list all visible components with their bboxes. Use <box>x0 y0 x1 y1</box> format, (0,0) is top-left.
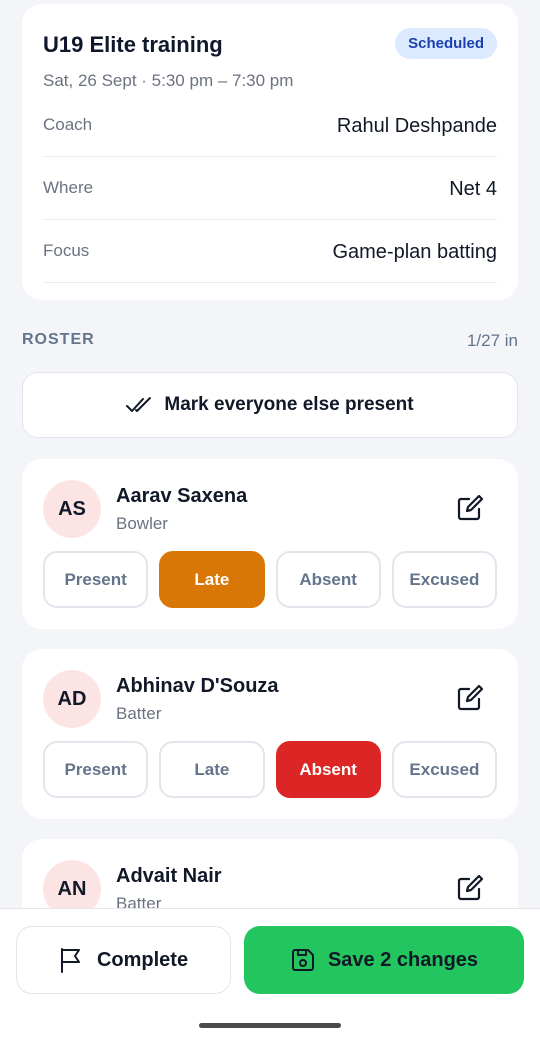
mark-all-label: Mark everyone else present <box>164 394 414 415</box>
player-role: Batter <box>116 704 162 723</box>
avatar: AD <box>43 670 101 728</box>
mark-everyone-present-button[interactable]: Mark everyone else present <box>22 372 518 438</box>
complete-label: Complete <box>96 948 189 971</box>
complete-button[interactable]: Complete <box>16 926 231 994</box>
attendance-status-group: Present Late Absent Excused <box>43 551 497 608</box>
roster-count: 1/27 in <box>466 331 518 350</box>
save-changes-button[interactable]: Save 2 changes <box>244 926 524 994</box>
save-label: Save 2 changes <box>327 948 479 971</box>
flag-icon <box>60 948 80 973</box>
status-excused-button[interactable]: Excused <box>391 551 497 608</box>
status-late-button[interactable]: Late <box>159 551 265 608</box>
player-card: AS Aarav Saxena Bowler Present Late Abse… <box>22 459 518 629</box>
edit-icon[interactable] <box>456 494 484 522</box>
save-icon <box>291 949 314 971</box>
status-absent-button[interactable]: Absent <box>275 741 381 798</box>
detail-row-coach: Coach Rahul Deshpande <box>43 94 497 157</box>
player-role: Bowler <box>116 514 168 533</box>
session-title: U19 Elite training <box>43 32 223 57</box>
detail-row-where: Where Net 4 <box>43 157 497 220</box>
session-time: Sat, 26 Sept · 5:30 pm – 7:30 pm <box>43 71 294 90</box>
detail-label: Focus <box>43 241 90 260</box>
status-late-button[interactable]: Late <box>159 741 265 798</box>
detail-row-focus: Focus Game-plan batting <box>43 220 497 283</box>
double-check-icon <box>126 397 152 412</box>
avatar: AS <box>43 480 101 538</box>
session-card: U19 Elite training Scheduled Sat, 26 Sep… <box>22 4 518 300</box>
status-absent-button[interactable]: Absent <box>275 551 381 608</box>
detail-label: Where <box>43 178 94 197</box>
detail-value: Game-plan batting <box>332 241 497 263</box>
edit-icon[interactable] <box>456 874 484 902</box>
home-indicator <box>199 1023 341 1028</box>
player-name: Advait Nair <box>116 865 222 887</box>
detail-value: Rahul Deshpande <box>336 115 497 137</box>
player-card: AD Abhinav D'Souza Batter Present Late A… <box>22 649 518 819</box>
attendance-status-group: Present Late Absent Excused <box>43 741 497 798</box>
status-present-button[interactable]: Present <box>43 551 149 608</box>
roster-header: ROSTER <box>22 331 95 348</box>
detail-value: Net 4 <box>449 178 497 200</box>
detail-label: Coach <box>43 115 93 134</box>
status-badge: Scheduled <box>395 28 497 59</box>
status-present-button[interactable]: Present <box>43 741 149 798</box>
status-excused-button[interactable]: Excused <box>391 741 497 798</box>
edit-icon[interactable] <box>456 684 484 712</box>
player-name: Aarav Saxena <box>116 485 248 507</box>
bottom-action-bar: Complete Save 2 changes <box>0 908 540 1040</box>
player-name: Abhinav D'Souza <box>116 675 279 697</box>
